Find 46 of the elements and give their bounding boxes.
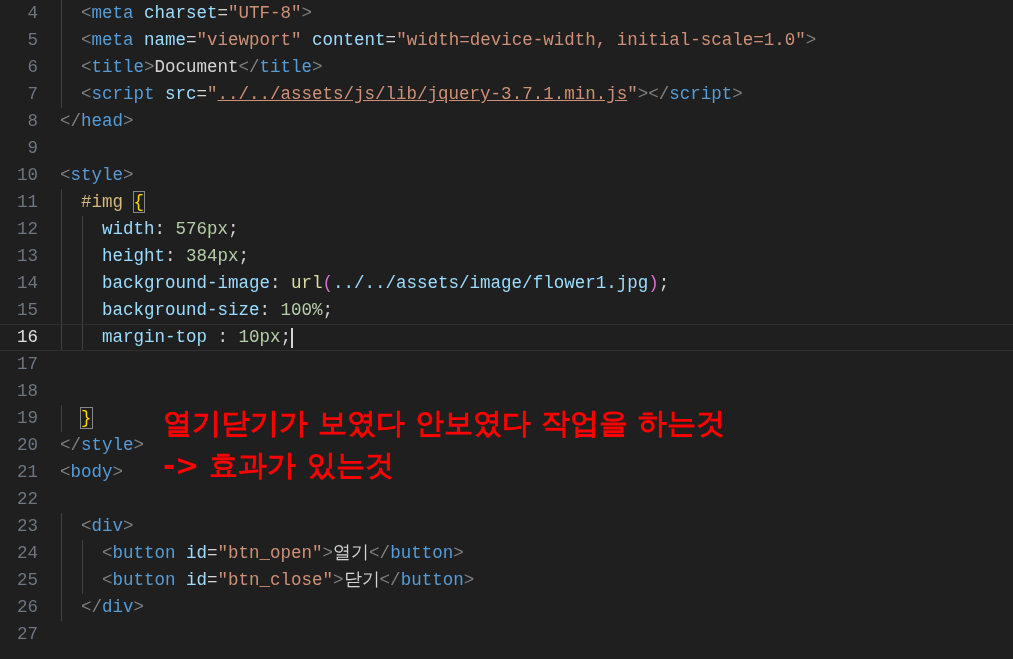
code-line: </div>: [80, 596, 145, 620]
line-number: 22: [16, 488, 38, 512]
line-number: 21: [16, 461, 38, 485]
line-number: 5: [26, 29, 38, 53]
line-number: 19: [16, 407, 38, 431]
line-number: 4: [26, 2, 38, 26]
line-number: 6: [26, 56, 38, 80]
line-number: 17: [16, 353, 38, 377]
line-number: 26: [16, 596, 38, 620]
code-line: #img {: [80, 191, 145, 215]
line-number: 14: [16, 272, 38, 296]
line-number: 20: [16, 434, 38, 458]
line-number: 23: [16, 515, 38, 539]
code-line: <body>: [60, 461, 124, 485]
code-line: <meta name="viewport" content="width=device-width, initial-scale=1.0">: [80, 29, 817, 53]
code-line: }: [80, 407, 92, 431]
code-line: width: 576px;: [101, 218, 239, 242]
code-line: <button id="btn_close">닫기</button>: [101, 569, 475, 593]
code-line: <title>Document</title>: [80, 56, 323, 80]
line-number: 27: [16, 623, 38, 647]
code-line: height: 384px;: [101, 245, 250, 269]
line-number: 16: [16, 326, 38, 350]
code-line: background-image: url(../../assets/image/flower1.jpg);: [101, 272, 670, 296]
code-line: margin-top : 10px;: [101, 326, 292, 350]
line-number: 15: [16, 299, 38, 323]
code-line: <meta charset="UTF-8">: [80, 2, 313, 26]
code-line: <script src="../../assets/js/lib/jquery-3.7.1.min.js"></script>: [80, 83, 743, 107]
line-number: 8: [26, 110, 38, 134]
line-number: 12: [16, 218, 38, 242]
line-number: 11: [16, 191, 38, 215]
line-number: 9: [26, 137, 38, 161]
code-line: <div>: [80, 515, 134, 539]
code-line: </head>: [60, 110, 134, 134]
annotation-text: 열기닫기가 보였다 안보였다 작업을 하는것: [163, 405, 726, 442]
line-number: 10: [16, 164, 38, 188]
code-line: background-size: 100%;: [101, 299, 334, 323]
line-number: 7: [26, 83, 38, 107]
line-number: 24: [16, 542, 38, 566]
code-line: <style>: [60, 164, 134, 188]
line-number: 18: [16, 380, 38, 404]
code-line: <button id="btn_open">열기</button>: [101, 542, 464, 566]
line-number: 13: [16, 245, 38, 269]
annotation-text: -> 효과가 있는것: [163, 447, 395, 484]
code-line: </style>: [60, 434, 145, 458]
line-number: 25: [16, 569, 38, 593]
text-cursor: [291, 327, 293, 348]
